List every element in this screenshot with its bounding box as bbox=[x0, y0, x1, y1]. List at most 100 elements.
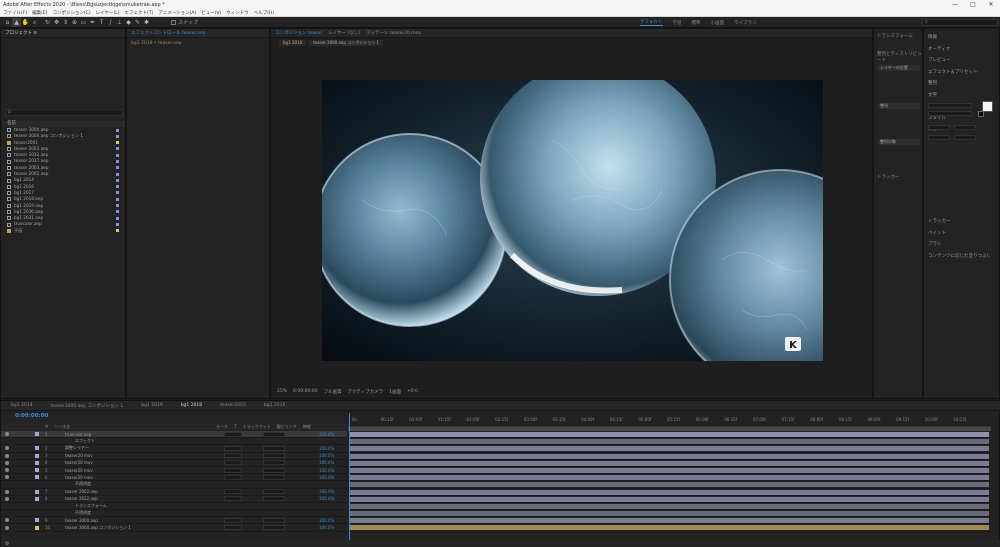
align-button[interactable]: 整列 bbox=[878, 103, 920, 109]
panel-stack-item[interactable]: オーディオ bbox=[928, 44, 991, 56]
panel-stack-item[interactable]: プレビュー bbox=[928, 55, 991, 67]
layer-label-color[interactable] bbox=[35, 468, 39, 473]
font-size-field[interactable] bbox=[928, 125, 950, 130]
menu-file[interactable]: ファイル(F) bbox=[3, 10, 27, 16]
timeline-tab[interactable]: bg1 2019 bbox=[141, 403, 162, 408]
layer-row[interactable]: 7 teaser 2002.aep 100.0% bbox=[1, 489, 347, 496]
project-item[interactable]: 平面 bbox=[3, 228, 125, 234]
column-number[interactable]: # bbox=[45, 423, 48, 430]
toggle-switches-icon[interactable]: ⚙ bbox=[5, 541, 9, 547]
timeline-timecode[interactable]: 0:00:00:00 bbox=[15, 413, 48, 419]
dolly-icon[interactable]: ⇕ bbox=[61, 18, 70, 27]
maximize-button[interactable]: □ bbox=[964, 0, 982, 9]
layer-duration-bar[interactable] bbox=[349, 496, 989, 502]
layer-duration-bar[interactable] bbox=[349, 460, 989, 466]
blend-mode-dropdown[interactable] bbox=[224, 431, 242, 437]
label-color-tag[interactable] bbox=[116, 216, 119, 220]
panel-stack-item[interactable]: トラッカー bbox=[928, 216, 991, 228]
menu-help[interactable]: ヘルプ(H) bbox=[254, 10, 274, 16]
label-color-tag[interactable] bbox=[116, 185, 119, 189]
layer-label-color[interactable] bbox=[35, 525, 39, 530]
label-color-tag[interactable] bbox=[116, 210, 119, 214]
visibility-eye-icon[interactable] bbox=[5, 460, 9, 465]
layer-duration-bar[interactable] bbox=[349, 518, 989, 524]
layer-duration-bar[interactable] bbox=[349, 439, 989, 445]
timeline-tab[interactable]: bg1 2018 bbox=[181, 403, 202, 408]
tab-layer[interactable]: レイヤー (なし) bbox=[328, 30, 360, 36]
timeline-tab[interactable]: bg1 2016 bbox=[264, 403, 285, 408]
label-color-tag[interactable] bbox=[116, 134, 119, 138]
tab-effect-controls[interactable]: エフェクトコントロール teaser.aep bbox=[131, 30, 206, 36]
parent-link-dropdown[interactable] bbox=[263, 489, 285, 495]
blend-mode-dropdown[interactable] bbox=[224, 496, 242, 502]
clone-icon[interactable]: ⊥ bbox=[115, 18, 124, 27]
layer-row[interactable]: 4 teaser20 mov 100.0% bbox=[1, 460, 347, 467]
label-color-tag[interactable] bbox=[116, 128, 119, 132]
layer-row[interactable]: 2 調整レイヤー 100.0% bbox=[1, 445, 347, 453]
menu-layer[interactable]: レイヤー(L) bbox=[96, 10, 120, 16]
layer-label-color[interactable] bbox=[35, 496, 39, 501]
column-track-matte[interactable]: トラックマット bbox=[243, 423, 271, 430]
camera-dropdown[interactable]: アクティブカメラ bbox=[348, 389, 384, 395]
layer-row[interactable]: 不透明度 bbox=[1, 510, 347, 518]
blend-mode-dropdown[interactable] bbox=[224, 517, 242, 523]
column-parent[interactable]: 親とリンク bbox=[277, 423, 297, 430]
visibility-eye-icon[interactable] bbox=[5, 525, 9, 530]
layer-duration-bar[interactable] bbox=[349, 511, 989, 517]
workspace-learn[interactable]: 学習 bbox=[673, 20, 682, 26]
panel-stack-item[interactable]: エフェクト＆プリセット bbox=[928, 67, 991, 79]
stretch-value[interactable]: 100.0% bbox=[319, 453, 334, 458]
blend-mode-dropdown[interactable] bbox=[224, 445, 242, 451]
kerning-field[interactable] bbox=[928, 135, 950, 140]
font-style-field[interactable] bbox=[928, 111, 972, 116]
subtab-comp-1[interactable]: bg1 2018 bbox=[279, 40, 307, 46]
layer-label-color[interactable] bbox=[35, 518, 39, 523]
column-t[interactable]: T bbox=[234, 423, 236, 430]
layer-duration-bar[interactable] bbox=[349, 482, 989, 488]
snap-toggle[interactable]: スナップ bbox=[171, 19, 198, 26]
blend-mode-dropdown[interactable] bbox=[224, 460, 242, 466]
layer-duration-bar[interactable] bbox=[349, 453, 989, 459]
blend-mode-dropdown[interactable] bbox=[224, 453, 242, 459]
label-color-tag[interactable] bbox=[116, 197, 119, 201]
blend-mode-dropdown[interactable] bbox=[224, 525, 242, 531]
layer-label-color[interactable] bbox=[35, 460, 39, 465]
viewer-timecode[interactable]: 0:00:00:00 bbox=[293, 389, 318, 394]
timeline-tab[interactable]: teaser2003 bbox=[220, 403, 246, 408]
tracking-field[interactable] bbox=[954, 135, 976, 140]
visibility-eye-icon[interactable] bbox=[5, 496, 9, 501]
tab-project[interactable]: プロジェクト ≡ bbox=[5, 30, 37, 36]
label-color-tag[interactable] bbox=[116, 204, 119, 208]
label-color-tag[interactable] bbox=[116, 159, 119, 163]
composition-viewer[interactable]: K bbox=[322, 80, 823, 361]
column-stretch[interactable]: 伸縮 bbox=[303, 423, 311, 430]
layer-duration-bar[interactable] bbox=[349, 432, 989, 437]
layer-label-color[interactable] bbox=[35, 446, 39, 451]
layer-row[interactable]: トランスフォーム bbox=[1, 503, 347, 511]
minimize-button[interactable]: — bbox=[946, 0, 964, 9]
current-time-indicator[interactable] bbox=[349, 413, 350, 544]
layer-row[interactable]: エフェクト bbox=[1, 438, 347, 446]
selection-icon[interactable]: ▲ bbox=[12, 17, 21, 27]
views-dropdown[interactable]: 1画面 bbox=[389, 389, 401, 395]
visibility-eye-icon[interactable] bbox=[5, 489, 9, 494]
workspace-standard[interactable]: 標準 bbox=[692, 20, 701, 26]
column-source-name[interactable]: ソース名 bbox=[54, 423, 70, 430]
visibility-eye-icon[interactable] bbox=[5, 432, 9, 437]
layer-row[interactable]: 5 teaser20 mov 100.0% bbox=[1, 467, 347, 475]
layer-label-color[interactable] bbox=[35, 432, 39, 437]
column-name[interactable]: 名前 bbox=[7, 121, 16, 126]
resolution-dropdown[interactable]: フル画質 bbox=[324, 389, 342, 395]
tab-composition[interactable]: コンポジション teaser bbox=[275, 30, 322, 36]
menu-effect[interactable]: エフェクト(T) bbox=[125, 10, 154, 16]
label-color-tag[interactable] bbox=[116, 229, 119, 233]
stretch-value[interactable]: 100.0% bbox=[319, 446, 334, 451]
label-color-tag[interactable] bbox=[116, 172, 119, 176]
stretch-value[interactable]: 100.0% bbox=[319, 496, 334, 501]
stretch-value[interactable]: 100.0% bbox=[319, 518, 334, 523]
panel-stack-item[interactable]: 整列 bbox=[928, 78, 991, 90]
visibility-eye-icon[interactable] bbox=[5, 475, 9, 480]
orbit-icon[interactable]: ↻ bbox=[43, 18, 52, 27]
menu-edit[interactable]: 編集(E) bbox=[32, 10, 47, 16]
type-icon[interactable]: T bbox=[97, 18, 106, 27]
